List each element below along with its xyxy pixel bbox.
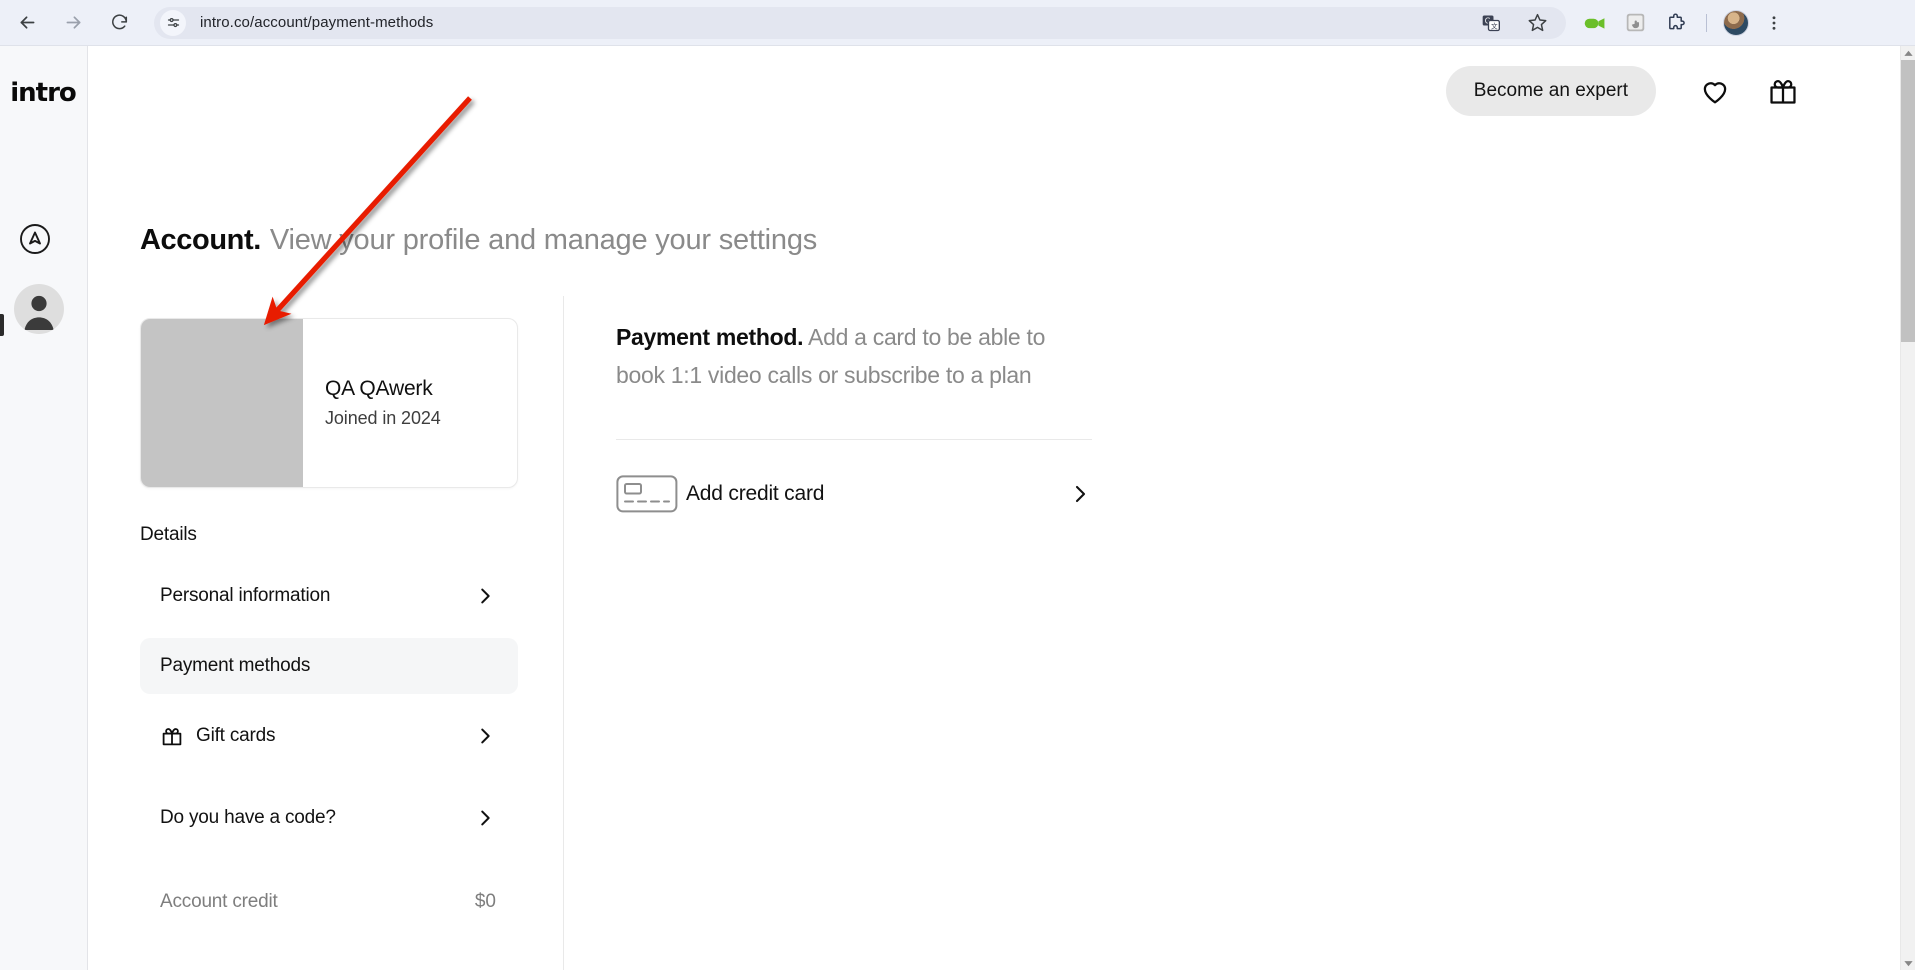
payment-method-panel: Payment method. Add a card to be able to… xyxy=(616,318,1096,522)
three-dot-menu-icon xyxy=(1772,15,1776,30)
heart-icon xyxy=(1703,82,1727,104)
header-icon-group xyxy=(1698,74,1800,108)
screenshot-extension-button[interactable] xyxy=(1620,8,1650,38)
chevron-right-icon xyxy=(1068,482,1092,506)
account-credit-value: $0 xyxy=(474,891,496,912)
profile-name: QA QAwerk xyxy=(325,377,433,400)
chevron-right-icon xyxy=(474,725,496,747)
become-an-expert-button[interactable]: Become an expert xyxy=(1445,66,1656,116)
video-recorder-extension-button[interactable] xyxy=(1580,8,1610,38)
url-text[interactable]: intro.co/account/payment-methods xyxy=(200,14,433,31)
sidebar-item-payment-methods[interactable]: Payment methods xyxy=(140,638,518,694)
credit-card-icon xyxy=(616,475,682,513)
page-title-main: Account. xyxy=(140,224,261,256)
browser-profile-avatar[interactable] xyxy=(1723,9,1749,36)
sidebar-item-explore[interactable] xyxy=(16,220,54,263)
intro-logo[interactable]: intro xyxy=(8,78,78,108)
column-divider xyxy=(563,296,564,970)
page-title: Account. View your profile and manage yo… xyxy=(140,224,817,257)
sidebar-item-account-credit: Account credit $0 xyxy=(140,874,518,930)
scrollbar-down-arrow-icon[interactable] xyxy=(1901,956,1915,970)
toolbar-divider xyxy=(1706,13,1707,32)
add-credit-card-row[interactable]: Add credit card xyxy=(616,466,1092,522)
sidebar-active-indicator xyxy=(0,314,4,336)
payment-method-heading: Payment method. Add a card to be able to… xyxy=(616,318,1081,394)
explore-compass-icon xyxy=(20,224,50,254)
gift-icon xyxy=(1770,79,1796,104)
profile-card-image xyxy=(141,319,303,487)
address-bar[interactable]: intro.co/account/payment-methods G 文 xyxy=(154,6,1566,39)
chevron-right-icon xyxy=(474,585,496,607)
details-heading: Details xyxy=(140,524,197,545)
gift-icon xyxy=(160,724,184,748)
forward-button[interactable] xyxy=(56,6,90,40)
sidebar-item-label: Account credit xyxy=(160,891,278,912)
profile-card-body: QA QAwerk Joined in 2024 xyxy=(303,319,517,487)
page-scrollbar[interactable] xyxy=(1900,46,1915,970)
sidebar-item-account[interactable] xyxy=(14,284,64,334)
puzzle-extensions-icon xyxy=(1668,13,1685,30)
browser-menu-button[interactable] xyxy=(1759,8,1789,38)
translate-button[interactable]: G 文 xyxy=(1476,8,1506,38)
reload-button[interactable] xyxy=(102,6,136,40)
favorites-button[interactable] xyxy=(1698,74,1732,108)
section-divider xyxy=(616,439,1092,440)
avatar xyxy=(14,284,64,334)
profile-joined-date: Joined in 2024 xyxy=(325,408,441,428)
sidebar-item-label: Payment methods xyxy=(160,655,311,676)
sidebar-item-label: Gift cards xyxy=(196,725,276,746)
back-button[interactable] xyxy=(10,6,44,40)
page-header: Become an expert xyxy=(88,46,1900,136)
browser-toolbar: intro.co/account/payment-methods G 文 xyxy=(0,0,1915,46)
scrollbar-up-arrow-icon[interactable] xyxy=(1901,46,1915,60)
forward-arrow-icon xyxy=(66,16,80,29)
page-content: intro Become an expert Account. View you… xyxy=(0,46,1900,970)
scrollbar-thumb[interactable] xyxy=(1901,60,1915,342)
screenshot-hand-extension-icon xyxy=(1626,13,1644,32)
chevron-right-icon xyxy=(474,807,496,829)
page-title-subtitle: View your profile and manage your settin… xyxy=(269,224,818,256)
reload-icon xyxy=(111,14,127,30)
payment-method-heading-strong: Payment method. xyxy=(616,324,804,350)
account-credit-value-wrap: $0 xyxy=(475,891,496,913)
sidebar-item-label: Personal information xyxy=(160,585,331,606)
tune-sliders-icon xyxy=(167,17,179,28)
app-sidebar-rail: intro xyxy=(0,46,88,970)
bookmark-star-icon xyxy=(1528,13,1546,32)
omnibox-actions: G 文 xyxy=(1476,8,1556,38)
video-recorder-extension-icon xyxy=(1584,17,1605,29)
site-settings-button[interactable] xyxy=(160,9,186,36)
user-avatar-icon xyxy=(24,295,54,330)
add-credit-card-label: Add credit card xyxy=(686,482,825,505)
browser-extensions xyxy=(1580,8,1799,38)
svg-text:文: 文 xyxy=(1491,21,1498,30)
extensions-button[interactable] xyxy=(1660,8,1690,38)
translate-icon: G 文 xyxy=(1482,15,1500,31)
back-arrow-icon xyxy=(20,16,34,29)
sidebar-item-gift-cards[interactable]: Gift cards xyxy=(140,708,518,764)
profile-card[interactable]: QA QAwerk Joined in 2024 xyxy=(140,318,518,488)
account-column: QA QAwerk Joined in 2024 Details Persona… xyxy=(140,318,518,930)
sidebar-item-label: Do you have a code? xyxy=(160,807,336,828)
sidebar-item-have-a-code[interactable]: Do you have a code? xyxy=(140,790,518,846)
gift-cards-button[interactable] xyxy=(1766,74,1800,108)
sidebar-item-personal-information[interactable]: Personal information xyxy=(140,568,518,624)
bookmark-button[interactable] xyxy=(1522,8,1552,38)
